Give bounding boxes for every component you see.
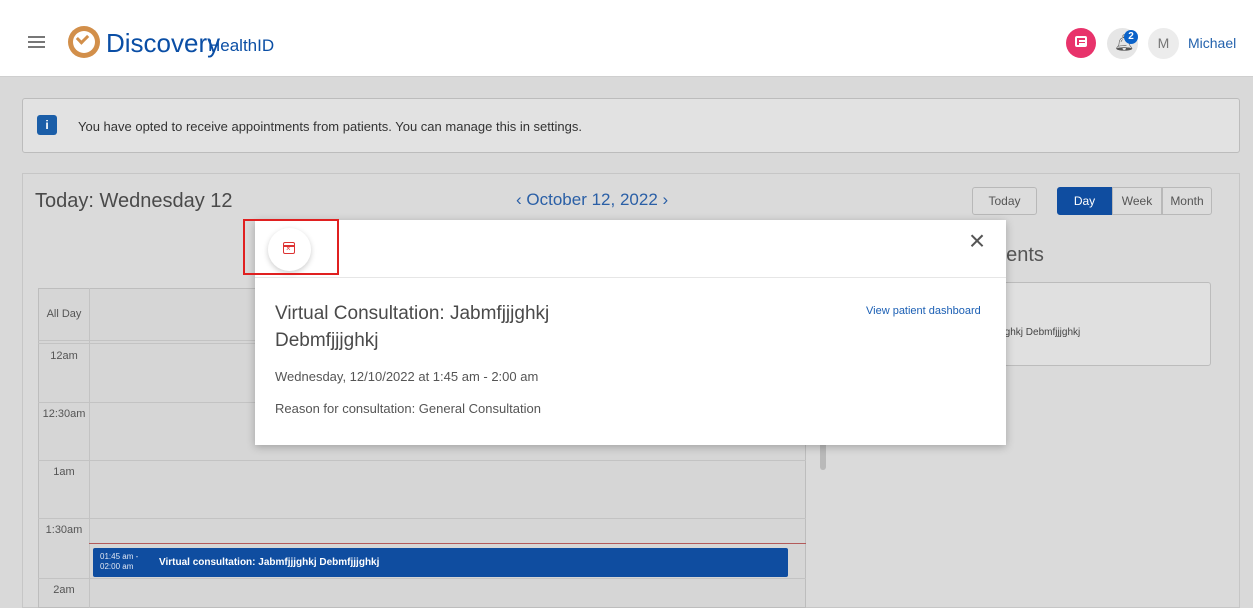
modal-title: Virtual Consultation: Jabmfjjjghkj Debmf… <box>275 303 550 351</box>
event-time-start: 01:45 am - <box>100 552 139 561</box>
brand-name: Discovery <box>106 28 221 58</box>
hamburger-menu-icon[interactable] <box>28 36 45 48</box>
modal-divider <box>255 277 1006 278</box>
date-navigator: ‹ October 12, 2022 › <box>516 190 668 210</box>
info-icon: i <box>37 115 57 135</box>
discovery-logo-icon <box>68 26 100 58</box>
row-label-1am: 1am <box>53 466 75 478</box>
user-name[interactable]: Michael <box>1188 35 1236 51</box>
modal-reason: Reason for consultation: General Consult… <box>275 401 541 416</box>
row-label-2am: 2am <box>53 584 75 596</box>
view-day-button[interactable]: Day <box>1057 187 1112 215</box>
row-label-12am: 12am <box>50 350 78 362</box>
row-label-all-day: All Day <box>46 308 82 320</box>
highlight-box <box>243 219 339 275</box>
grid-line <box>38 460 806 461</box>
today-title: Today: Wednesday 12 <box>35 190 233 212</box>
view-month-button[interactable]: Month <box>1162 187 1212 215</box>
grid-line <box>38 518 806 519</box>
current-time-line <box>89 543 806 544</box>
prev-day-chevron-icon[interactable]: ‹ <box>516 190 522 209</box>
grid-line <box>38 578 806 579</box>
grid-time-divider <box>89 288 90 608</box>
today-button[interactable]: Today <box>972 187 1037 215</box>
avatar[interactable]: M <box>1148 28 1179 59</box>
info-banner-text: You have opted to receive appointments f… <box>78 119 582 134</box>
appointment-card[interactable] <box>980 282 1211 366</box>
close-icon[interactable]: × <box>964 227 990 255</box>
row-label-130am: 1:30am <box>45 524 83 536</box>
notification-badge: 2 <box>1124 30 1138 44</box>
view-week-button[interactable]: Week <box>1112 187 1162 215</box>
appointment-card-text: jjjghkj Debmfjjjghkj <box>998 327 1081 338</box>
row-label-1230am: 12:30am <box>42 408 86 420</box>
calendar-event[interactable]: 01:45 am - 02:00 am Virtual consultation… <box>93 548 788 577</box>
view-patient-dashboard-link[interactable]: View patient dashboard <box>866 305 981 317</box>
chat-icon <box>1075 36 1087 47</box>
current-date-label: October 12, 2022 <box>526 190 658 209</box>
event-title: Virtual consultation: Jabmfjjjghkj Debmf… <box>159 557 380 568</box>
event-time-end: 02:00 am <box>100 562 134 571</box>
modal-datetime: Wednesday, 12/10/2022 at 1:45 am - 2:00 … <box>275 369 539 384</box>
brand-subtitle: HealthID <box>208 36 275 55</box>
next-day-chevron-icon[interactable]: › <box>663 190 669 209</box>
chat-button[interactable] <box>1066 28 1096 58</box>
event-time: 01:45 am - 02:00 am <box>100 552 150 572</box>
